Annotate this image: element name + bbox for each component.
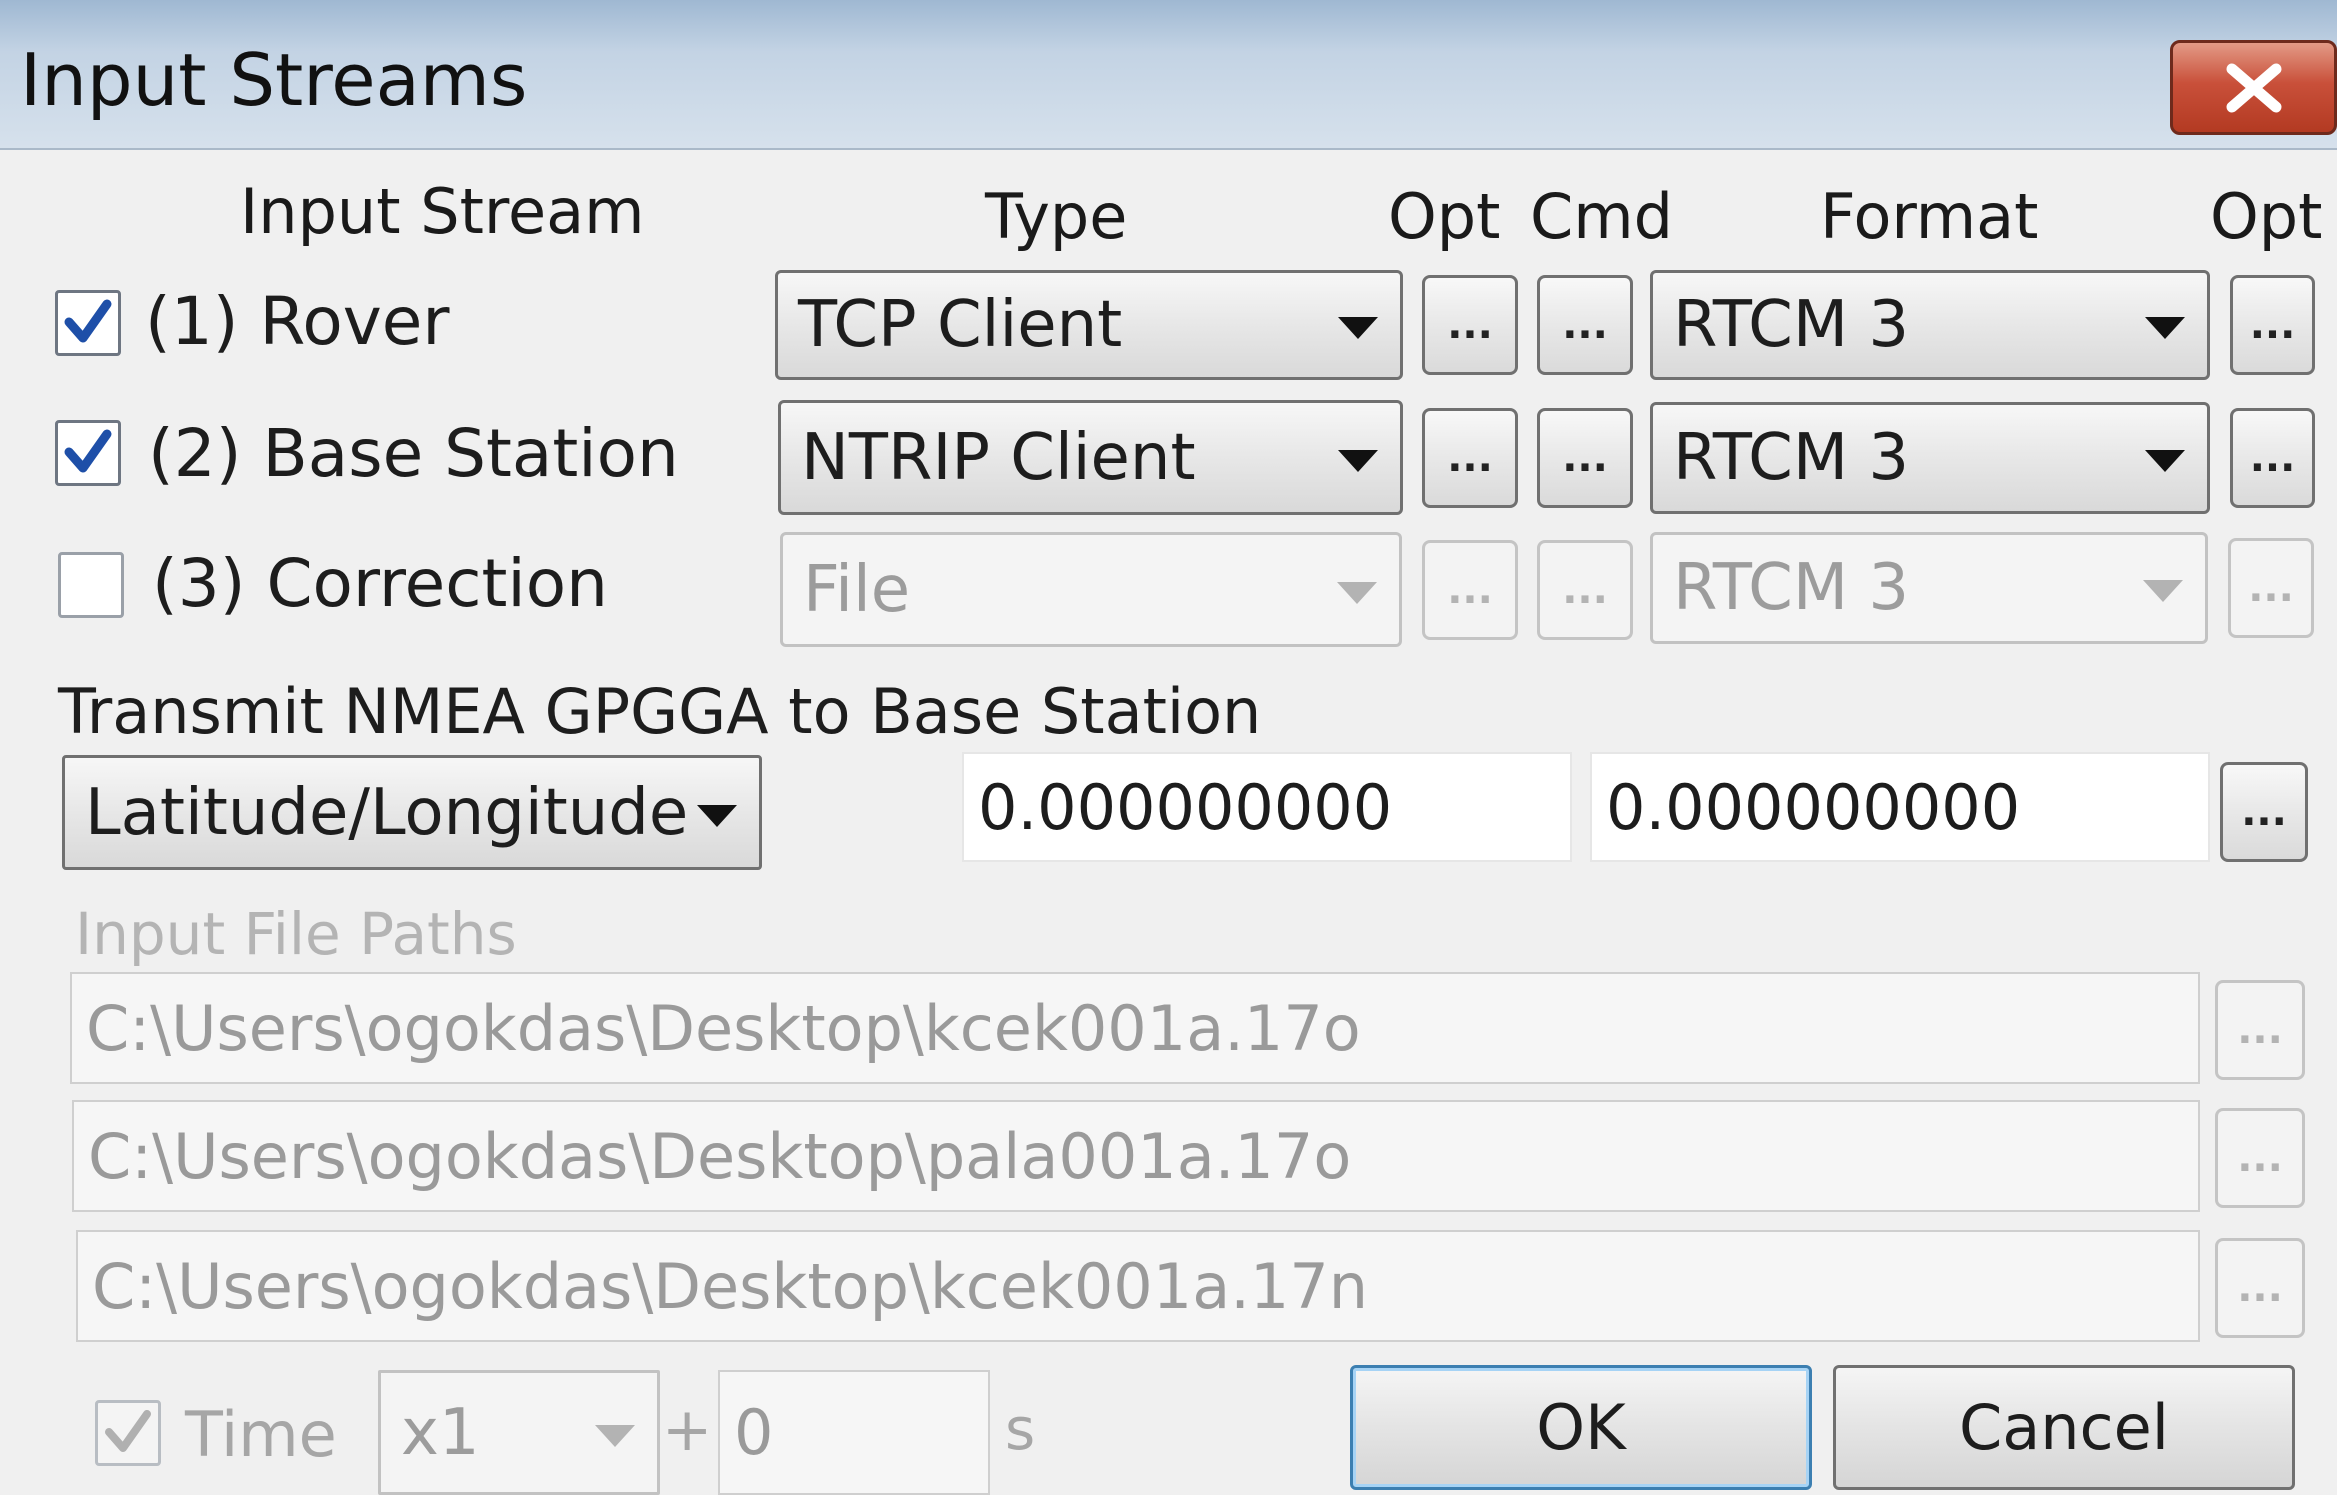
rover-type-select[interactable]: TCP Client <box>775 270 1403 380</box>
header-type: Type <box>985 180 1128 253</box>
time-label: Time <box>185 1398 337 1471</box>
base-station-format-value: RTCM 3 <box>1673 421 1910 495</box>
chevron-down-icon <box>697 804 737 827</box>
nmea-longitude-input[interactable]: 0.000000000 <box>1590 752 2210 862</box>
base-station-checkbox[interactable] <box>55 420 121 486</box>
close-button[interactable] <box>2170 40 2337 135</box>
correction-opt-button[interactable]: ... <box>1422 540 1518 640</box>
nmea-latitude-input[interactable]: 0.000000000 <box>962 752 1572 862</box>
file-path-browse-button-2[interactable]: ... <box>2215 1108 2305 1208</box>
base-station-type-value: NTRIP Client <box>801 420 1196 495</box>
correction-type-select[interactable]: File <box>780 532 1402 647</box>
time-speed-select[interactable]: x1 <box>378 1370 660 1495</box>
time-speed-value: x1 <box>401 1395 480 1470</box>
correction-format-select[interactable]: RTCM 3 <box>1650 532 2208 644</box>
checkmark-icon <box>105 1410 151 1452</box>
ok-button[interactable]: OK <box>1350 1365 1812 1490</box>
header-format-opt: Opt <box>2210 180 2323 253</box>
nmea-position-button[interactable]: ... <box>2220 762 2308 862</box>
rover-type-value: TCP Client <box>798 288 1123 362</box>
base-station-opt-button[interactable]: ... <box>1422 408 1518 508</box>
nmea-mode-value: Latitude/Longitude <box>85 775 689 850</box>
file-path-input-2[interactable]: C:\Users\ogokdas\Desktop\pala001a.17o <box>72 1100 2200 1212</box>
cancel-button[interactable]: Cancel <box>1833 1365 2295 1490</box>
base-station-format-select[interactable]: RTCM 3 <box>1650 402 2210 514</box>
time-checkbox[interactable] <box>95 1400 161 1466</box>
correction-label: (3) Correction <box>152 545 608 622</box>
chevron-down-icon <box>1337 581 1377 604</box>
rover-label: (1) Rover <box>145 283 450 360</box>
file-path-browse-button-3[interactable]: ... <box>2215 1238 2305 1338</box>
close-icon <box>2226 63 2281 112</box>
header-input-stream: Input Stream <box>240 175 645 248</box>
chevron-down-icon <box>1338 449 1378 472</box>
rover-format-select[interactable]: RTCM 3 <box>1650 270 2210 380</box>
correction-cmd-button[interactable]: ... <box>1537 540 1633 640</box>
base-station-label: (2) Base Station <box>148 415 679 492</box>
rover-format-value: RTCM 3 <box>1673 288 1910 362</box>
chevron-down-icon <box>1338 317 1378 339</box>
header-cmd: Cmd <box>1530 180 1674 253</box>
correction-format-opt-button[interactable]: ... <box>2228 538 2314 638</box>
nmea-section-title: Transmit NMEA GPGGA to Base Station <box>58 675 1262 748</box>
correction-type-value: File <box>803 552 911 627</box>
checkmark-icon <box>64 299 112 343</box>
header-format: Format <box>1820 180 2039 253</box>
time-unit-label: s <box>1005 1395 1036 1463</box>
file-paths-title: Input File Paths <box>75 900 517 968</box>
file-path-browse-button-1[interactable]: ... <box>2215 980 2305 1080</box>
base-station-cmd-button[interactable]: ... <box>1537 408 1633 508</box>
correction-format-value: RTCM 3 <box>1673 551 1910 625</box>
chevron-down-icon <box>2145 450 2185 472</box>
rover-opt-button[interactable]: ... <box>1422 275 1518 375</box>
file-path-input-3[interactable]: C:\Users\ogokdas\Desktop\kcek001a.17n <box>76 1230 2200 1342</box>
nmea-mode-select[interactable]: Latitude/Longitude <box>62 755 762 870</box>
correction-checkbox[interactable] <box>58 552 124 618</box>
rover-cmd-button[interactable]: ... <box>1537 275 1633 375</box>
base-station-format-opt-button[interactable]: ... <box>2230 408 2315 508</box>
checkmark-icon <box>64 429 112 473</box>
header-opt: Opt <box>1388 180 1501 253</box>
window-title: Input Streams <box>20 38 528 122</box>
rover-checkbox[interactable] <box>55 290 121 356</box>
rover-format-opt-button[interactable]: ... <box>2230 275 2315 375</box>
time-offset-input[interactable]: 0 <box>718 1370 990 1495</box>
time-plus-sign: + <box>662 1395 713 1465</box>
base-station-type-select[interactable]: NTRIP Client <box>778 400 1403 515</box>
file-path-input-1[interactable]: C:\Users\ogokdas\Desktop\kcek001a.17o <box>70 972 2200 1084</box>
chevron-down-icon <box>2145 317 2185 339</box>
chevron-down-icon <box>595 1424 635 1447</box>
chevron-down-icon <box>2143 580 2183 602</box>
